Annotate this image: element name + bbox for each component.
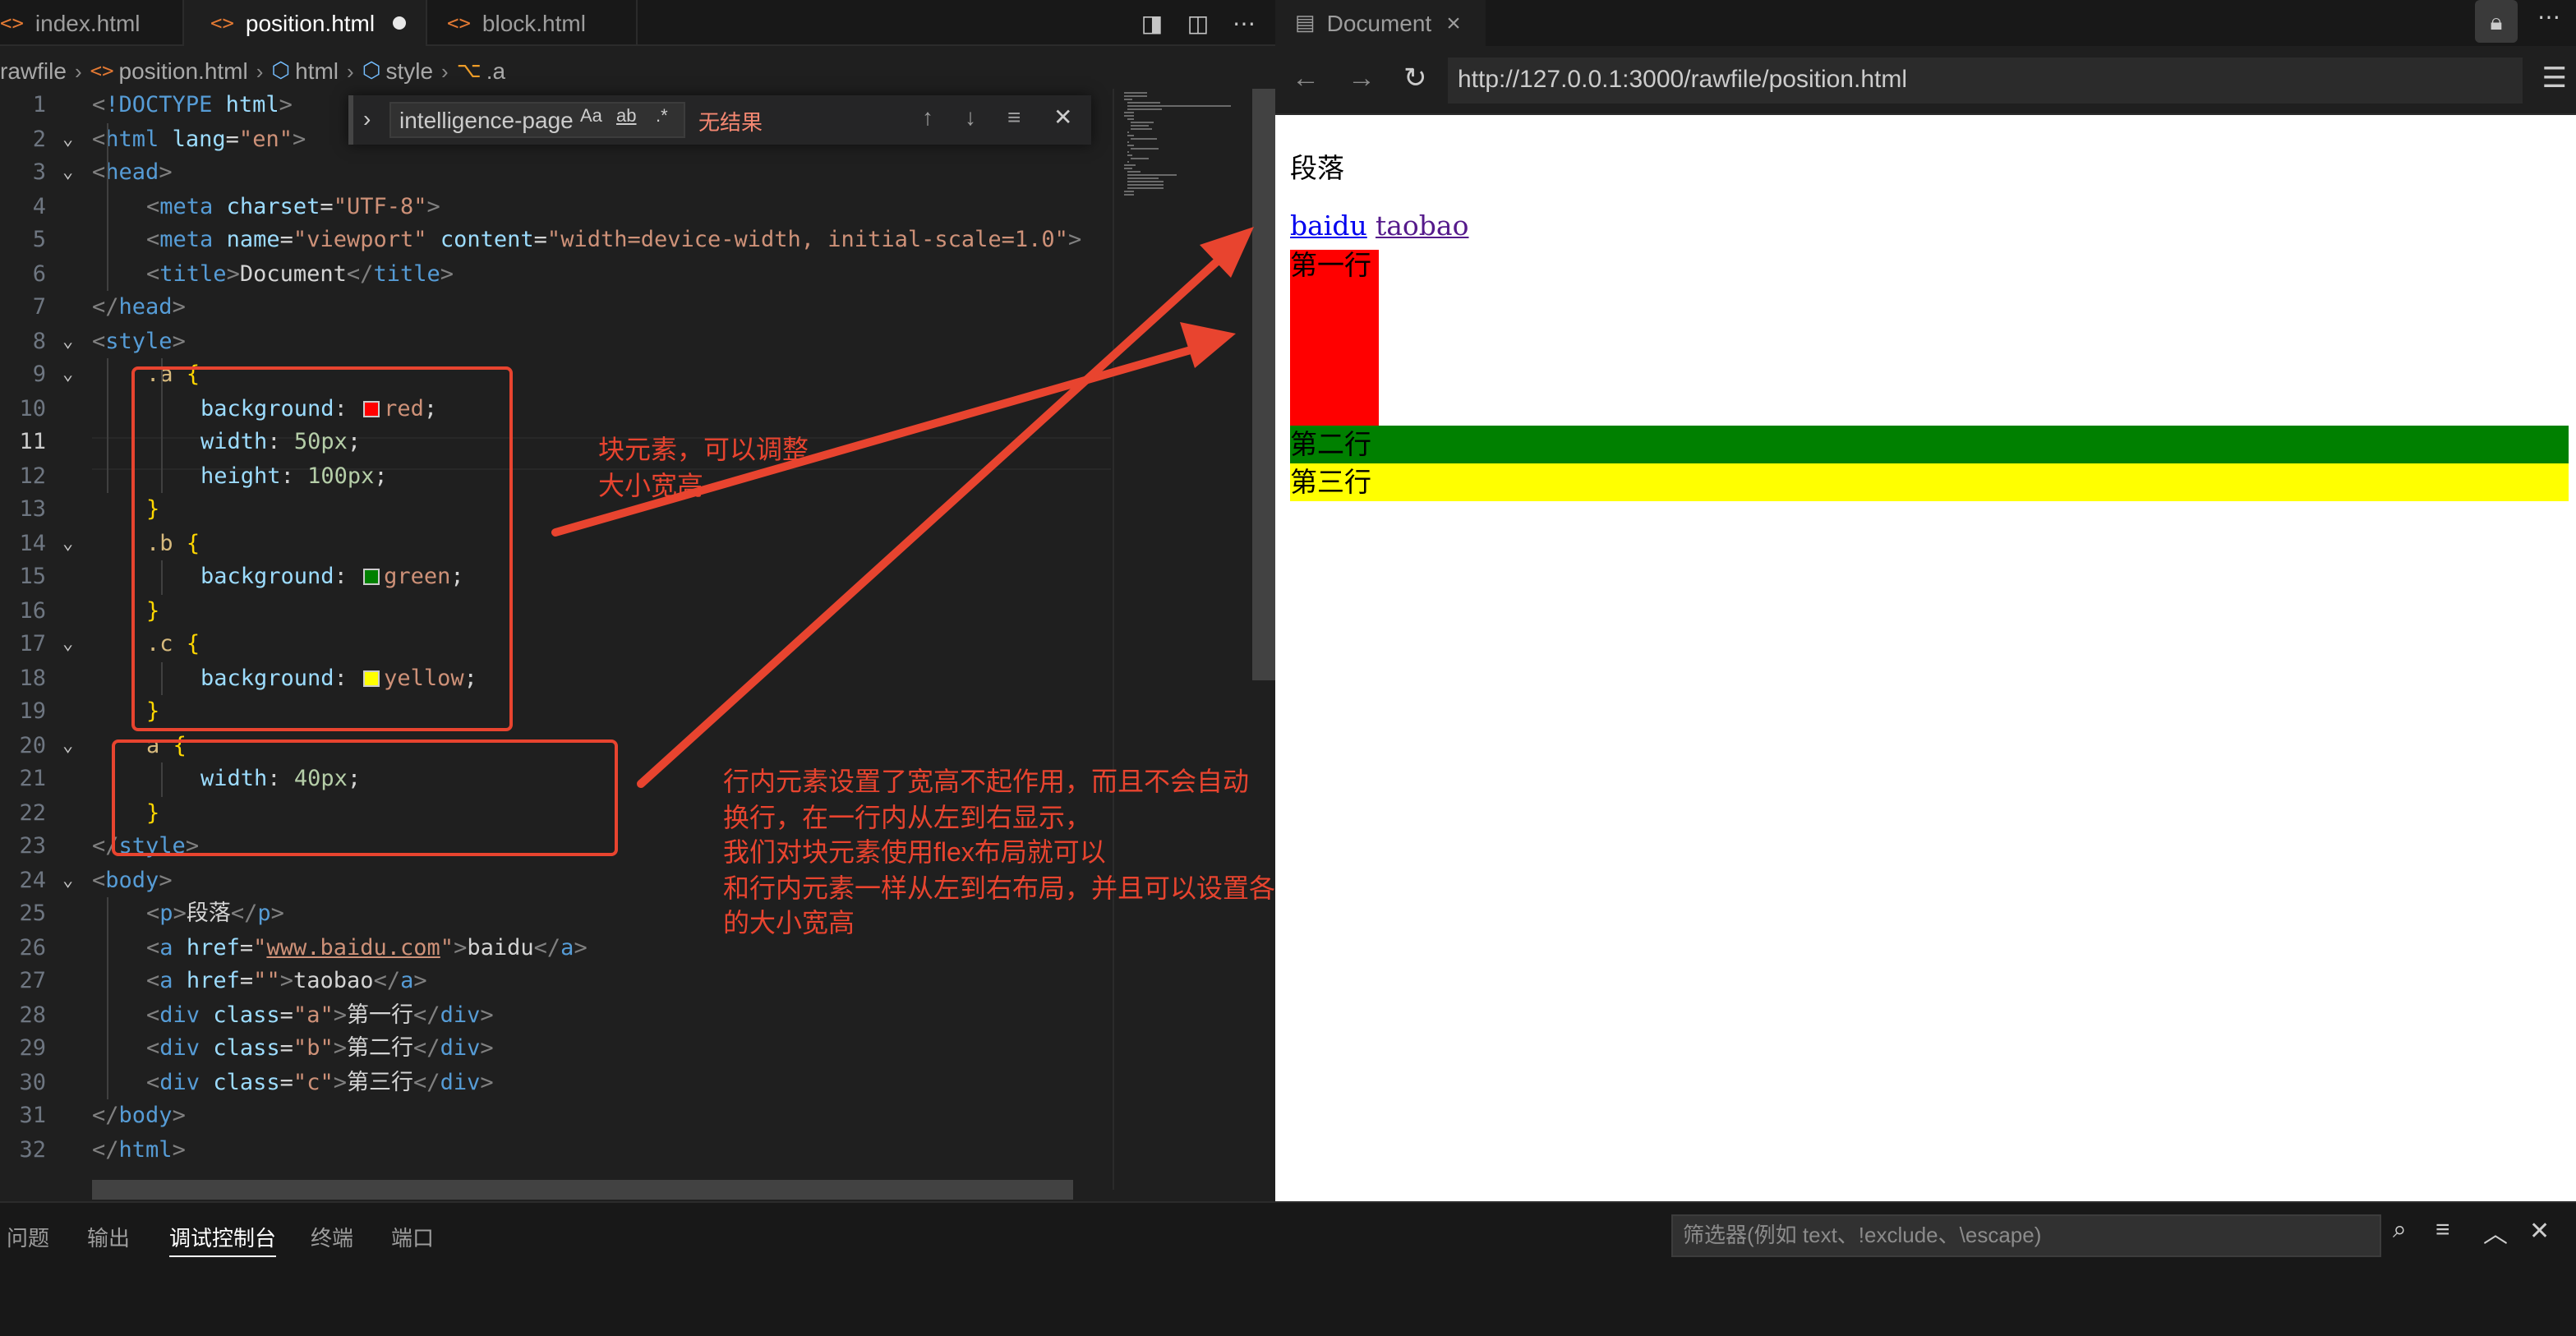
screen-root: <> index.html <> position.html <> block.… bbox=[0, 0, 2576, 1336]
annotation-arrow-1 bbox=[551, 344, 1200, 537]
arrow-head-icon bbox=[1180, 322, 1236, 368]
annotation-arrows bbox=[551, 227, 1254, 788]
annotation-arrow-2 bbox=[637, 252, 1227, 788]
